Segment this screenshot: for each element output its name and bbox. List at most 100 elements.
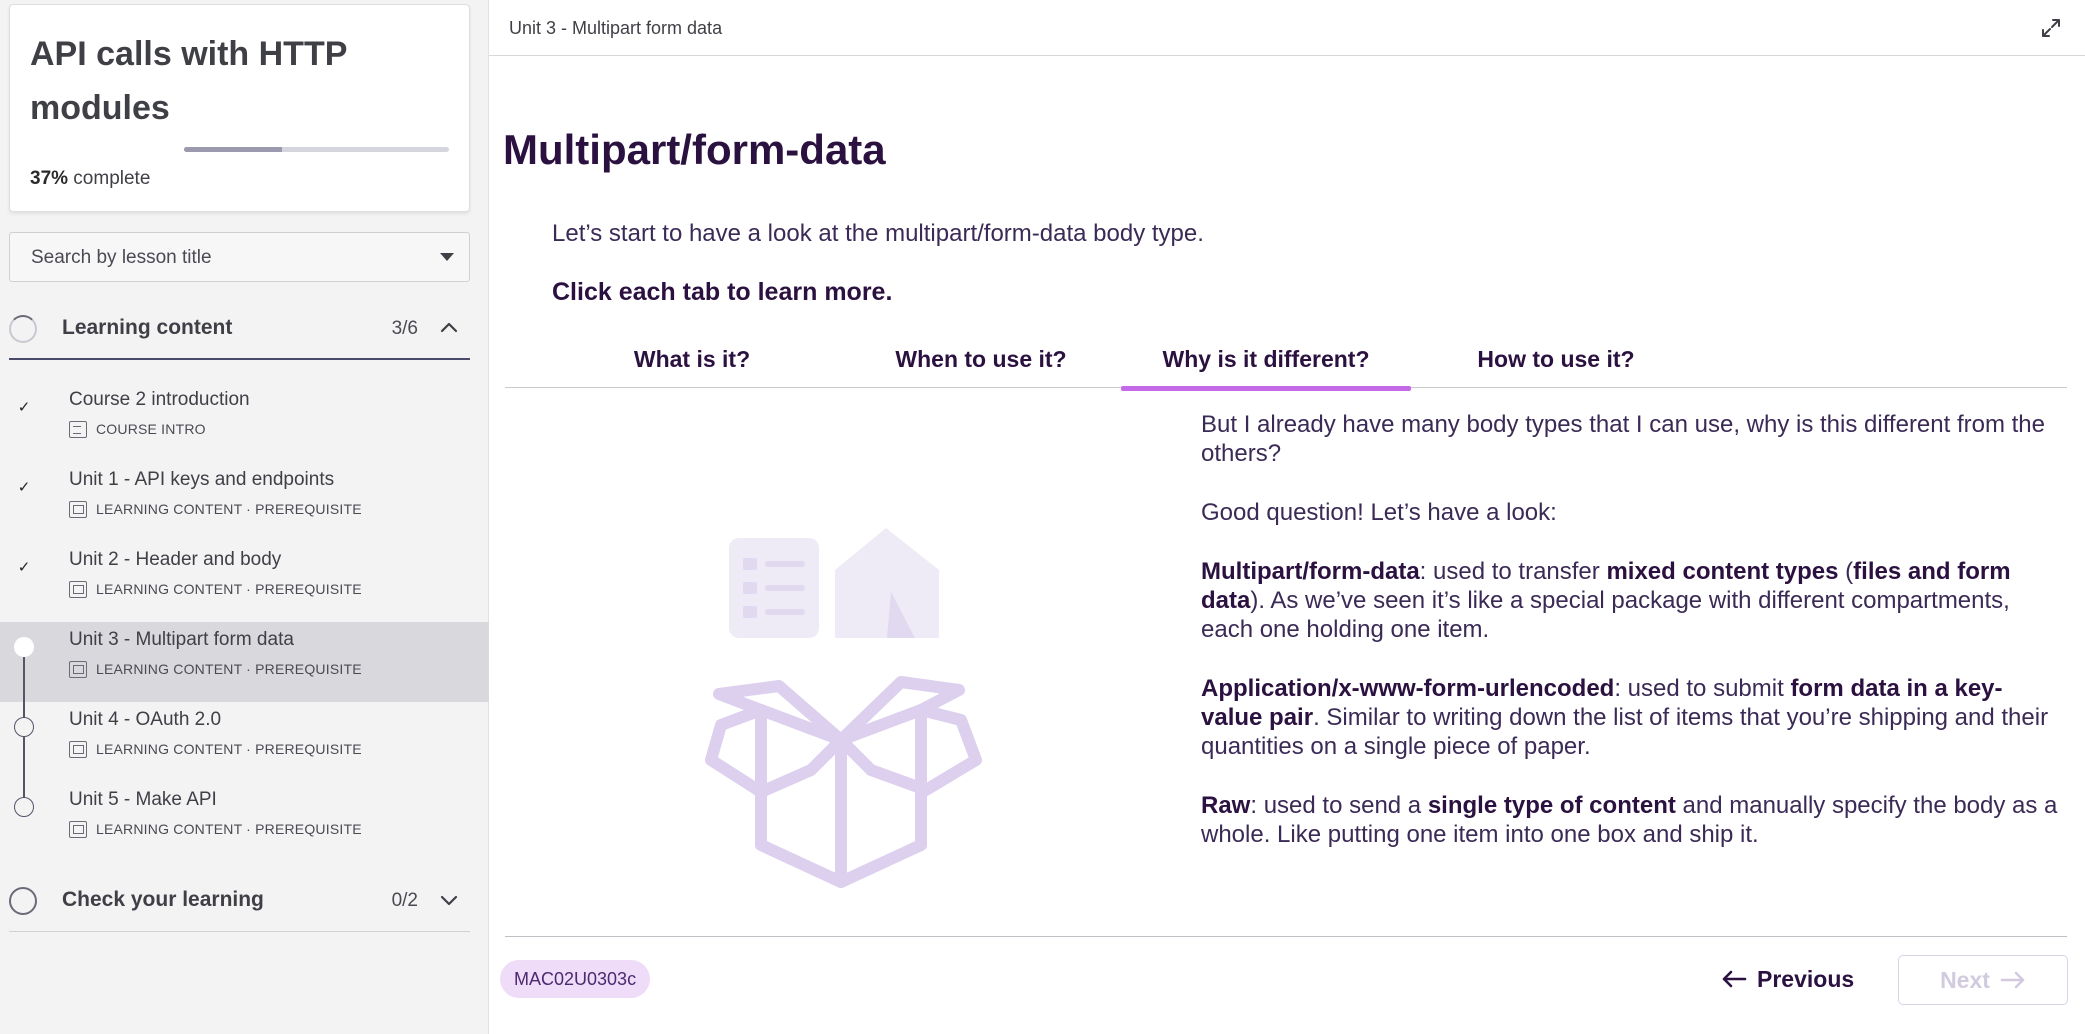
breadcrumb: Unit 3 - Multipart form data xyxy=(509,18,723,38)
progress-percent: 37% xyxy=(30,168,69,189)
tab-bar: What is it? When to use it? Why is it di… xyxy=(505,336,2067,391)
check-icon: ✓ xyxy=(17,399,31,416)
text-segment: : used to submit xyxy=(1614,675,1791,702)
intro-text: Let’s start to have a look at the multip… xyxy=(552,220,1204,247)
lesson-meta-text: LEARNING CONTENT · PREREQUISITE xyxy=(96,741,362,757)
lesson-title: Unit 3 - Multipart form data xyxy=(69,629,294,650)
open-box-icon xyxy=(705,676,982,888)
section-progress-ring-icon xyxy=(9,887,37,915)
bold-segment: mixed content types xyxy=(1606,558,1839,585)
list-card-icon xyxy=(729,538,819,638)
slides-icon xyxy=(69,820,87,838)
lesson-meta-text: LEARNING CONTENT · PREREQUISITE xyxy=(96,661,362,677)
page-title: Multipart/form-data xyxy=(503,126,886,173)
lesson-meta: COURSE INTRO xyxy=(69,419,206,439)
lesson-meta-text: COURSE INTRO xyxy=(96,421,206,437)
chevron-down-icon[interactable] xyxy=(437,888,461,912)
empty-circle-icon xyxy=(14,797,34,817)
check-icon: ✓ xyxy=(17,479,31,496)
lesson-item[interactable]: Unit 5 - Make API LEARNING CONTENT · PRE… xyxy=(0,782,489,862)
term-raw: Raw xyxy=(1201,792,1251,819)
slides-icon xyxy=(69,580,87,598)
section-count: 3/6 xyxy=(391,318,418,339)
previous-button[interactable]: Previous xyxy=(1721,958,1861,1000)
lesson-title: Unit 4 - OAuth 2.0 xyxy=(69,709,222,730)
lesson-title: Course 2 introduction xyxy=(69,389,250,410)
lesson-meta-text: LEARNING CONTENT · PREREQUISITE xyxy=(96,821,362,837)
lesson-content-panel: Unit 3 - Multipart form data Multipart/f… xyxy=(489,0,2085,1034)
document-icon xyxy=(69,420,87,438)
course-progress-bar xyxy=(184,147,449,152)
lesson-header-bar: Unit 3 - Multipart form data xyxy=(489,0,2085,56)
tab-panel-content: But I already have many body types that … xyxy=(1201,410,2061,879)
lesson-meta: LEARNING CONTENT · PREREQUISITE xyxy=(69,499,362,519)
lesson-meta: LEARNING CONTENT · PREREQUISITE xyxy=(69,659,362,679)
course-progress-fill xyxy=(184,147,283,152)
course-sidebar: API calls with HTTP modules 37% complete… xyxy=(0,0,489,1034)
content-paragraph-urlencoded: Application/x-www-form-urlencoded: used … xyxy=(1201,674,2061,761)
lesson-rail xyxy=(23,782,25,797)
section-learning-content[interactable]: Learning content 3/6 xyxy=(9,298,470,360)
current-lesson-dot-icon xyxy=(14,637,34,657)
expand-icon[interactable] xyxy=(2039,16,2063,40)
previous-label: Previous xyxy=(1757,965,1855,992)
lesson-search-placeholder: Search by lesson title xyxy=(31,247,212,268)
lesson-title: Unit 1 - API keys and endpoints xyxy=(69,469,335,490)
section-label: Check your learning xyxy=(62,888,264,911)
tab-what-is-it[interactable]: What is it? xyxy=(547,336,837,388)
next-button[interactable]: Next xyxy=(1898,955,2068,1005)
section-label: Learning content xyxy=(62,316,233,339)
tab-why-is-it-different[interactable]: Why is it different? xyxy=(1121,336,1411,391)
term-urlencoded: Application/x-www-form-urlencoded xyxy=(1201,675,1615,702)
lesson-item[interactable]: ✓ Unit 2 - Header and body LEARNING CONT… xyxy=(0,542,489,622)
section-count: 0/2 xyxy=(391,890,418,911)
chevron-up-icon[interactable] xyxy=(437,316,461,340)
check-icon: ✓ xyxy=(17,559,31,576)
text-segment: : used to transfer xyxy=(1419,558,1607,585)
lesson-rail xyxy=(23,417,25,462)
text-segment: ( xyxy=(1838,558,1854,585)
next-label: Next xyxy=(1940,966,1990,993)
lesson-search-select[interactable]: Search by lesson title xyxy=(9,232,470,282)
empty-circle-icon xyxy=(14,717,34,737)
lesson-item-current[interactable]: Unit 3 - Multipart form data LEARNING CO… xyxy=(0,622,489,702)
progress-text: 37% complete xyxy=(30,168,150,190)
section-check-your-learning[interactable]: Check your learning 0/2 xyxy=(9,870,470,932)
slides-icon xyxy=(69,740,87,758)
package-illustration xyxy=(705,528,982,888)
lesson-rail xyxy=(23,657,25,702)
lesson-meta: LEARNING CONTENT · PREREQUISITE xyxy=(69,739,362,759)
lesson-title: Unit 5 - Make API xyxy=(69,789,217,810)
caret-down-icon xyxy=(440,253,454,261)
lesson-item[interactable]: ✓ Unit 1 - API keys and endpoints LEARNI… xyxy=(0,462,489,542)
term-multipart: Multipart/form-data xyxy=(1201,558,1420,585)
content-paragraph: Good question! Let’s have a look: xyxy=(1201,499,1557,526)
lesson-meta-text: LEARNING CONTENT · PREREQUISITE xyxy=(96,581,362,597)
lesson-rail xyxy=(23,737,25,782)
lesson-meta-text: LEARNING CONTENT · PREREQUISITE xyxy=(96,501,362,517)
bold-segment: single type of content xyxy=(1427,792,1676,819)
lesson-code-badge: MAC02U0303c xyxy=(500,960,651,998)
progress-suffix: complete xyxy=(68,168,151,189)
slides-icon xyxy=(69,500,87,518)
tab-when-to-use-it[interactable]: When to use it? xyxy=(836,336,1126,388)
content-paragraph: But I already have many body types that … xyxy=(1201,411,2045,467)
lesson-item[interactable]: Unit 4 - OAuth 2.0 LEARNING CONTENT · PR… xyxy=(0,702,489,782)
tab-instruction: Click each tab to learn more. xyxy=(552,278,893,306)
lesson-item[interactable]: ✓ Course 2 introduction COURSE INTRO xyxy=(0,382,489,462)
tab-how-to-use-it[interactable]: How to use it? xyxy=(1411,336,1701,388)
text-segment: . Similar to writing down the list of it… xyxy=(1201,704,2049,760)
course-title: API calls with HTTP modules xyxy=(30,35,347,127)
slides-icon xyxy=(69,660,87,678)
text-segment: ). As we’ve seen it’s like a special pac… xyxy=(1201,587,2010,643)
content-paragraph-multipart: Multipart/form-data: used to transfer mi… xyxy=(1201,557,2061,644)
lesson-list: ✓ Course 2 introduction COURSE INTRO ✓ U… xyxy=(0,382,489,862)
footer-divider xyxy=(505,936,2067,937)
course-card: API calls with HTTP modules 37% complete xyxy=(9,4,470,212)
arrow-left-icon xyxy=(1722,970,1747,988)
text-segment: : used to send a xyxy=(1250,792,1428,819)
section-progress-ring-icon xyxy=(9,315,37,343)
arrow-right-icon xyxy=(2000,971,2025,989)
lesson-meta: LEARNING CONTENT · PREREQUISITE xyxy=(69,819,362,839)
tent-icon xyxy=(835,528,939,638)
